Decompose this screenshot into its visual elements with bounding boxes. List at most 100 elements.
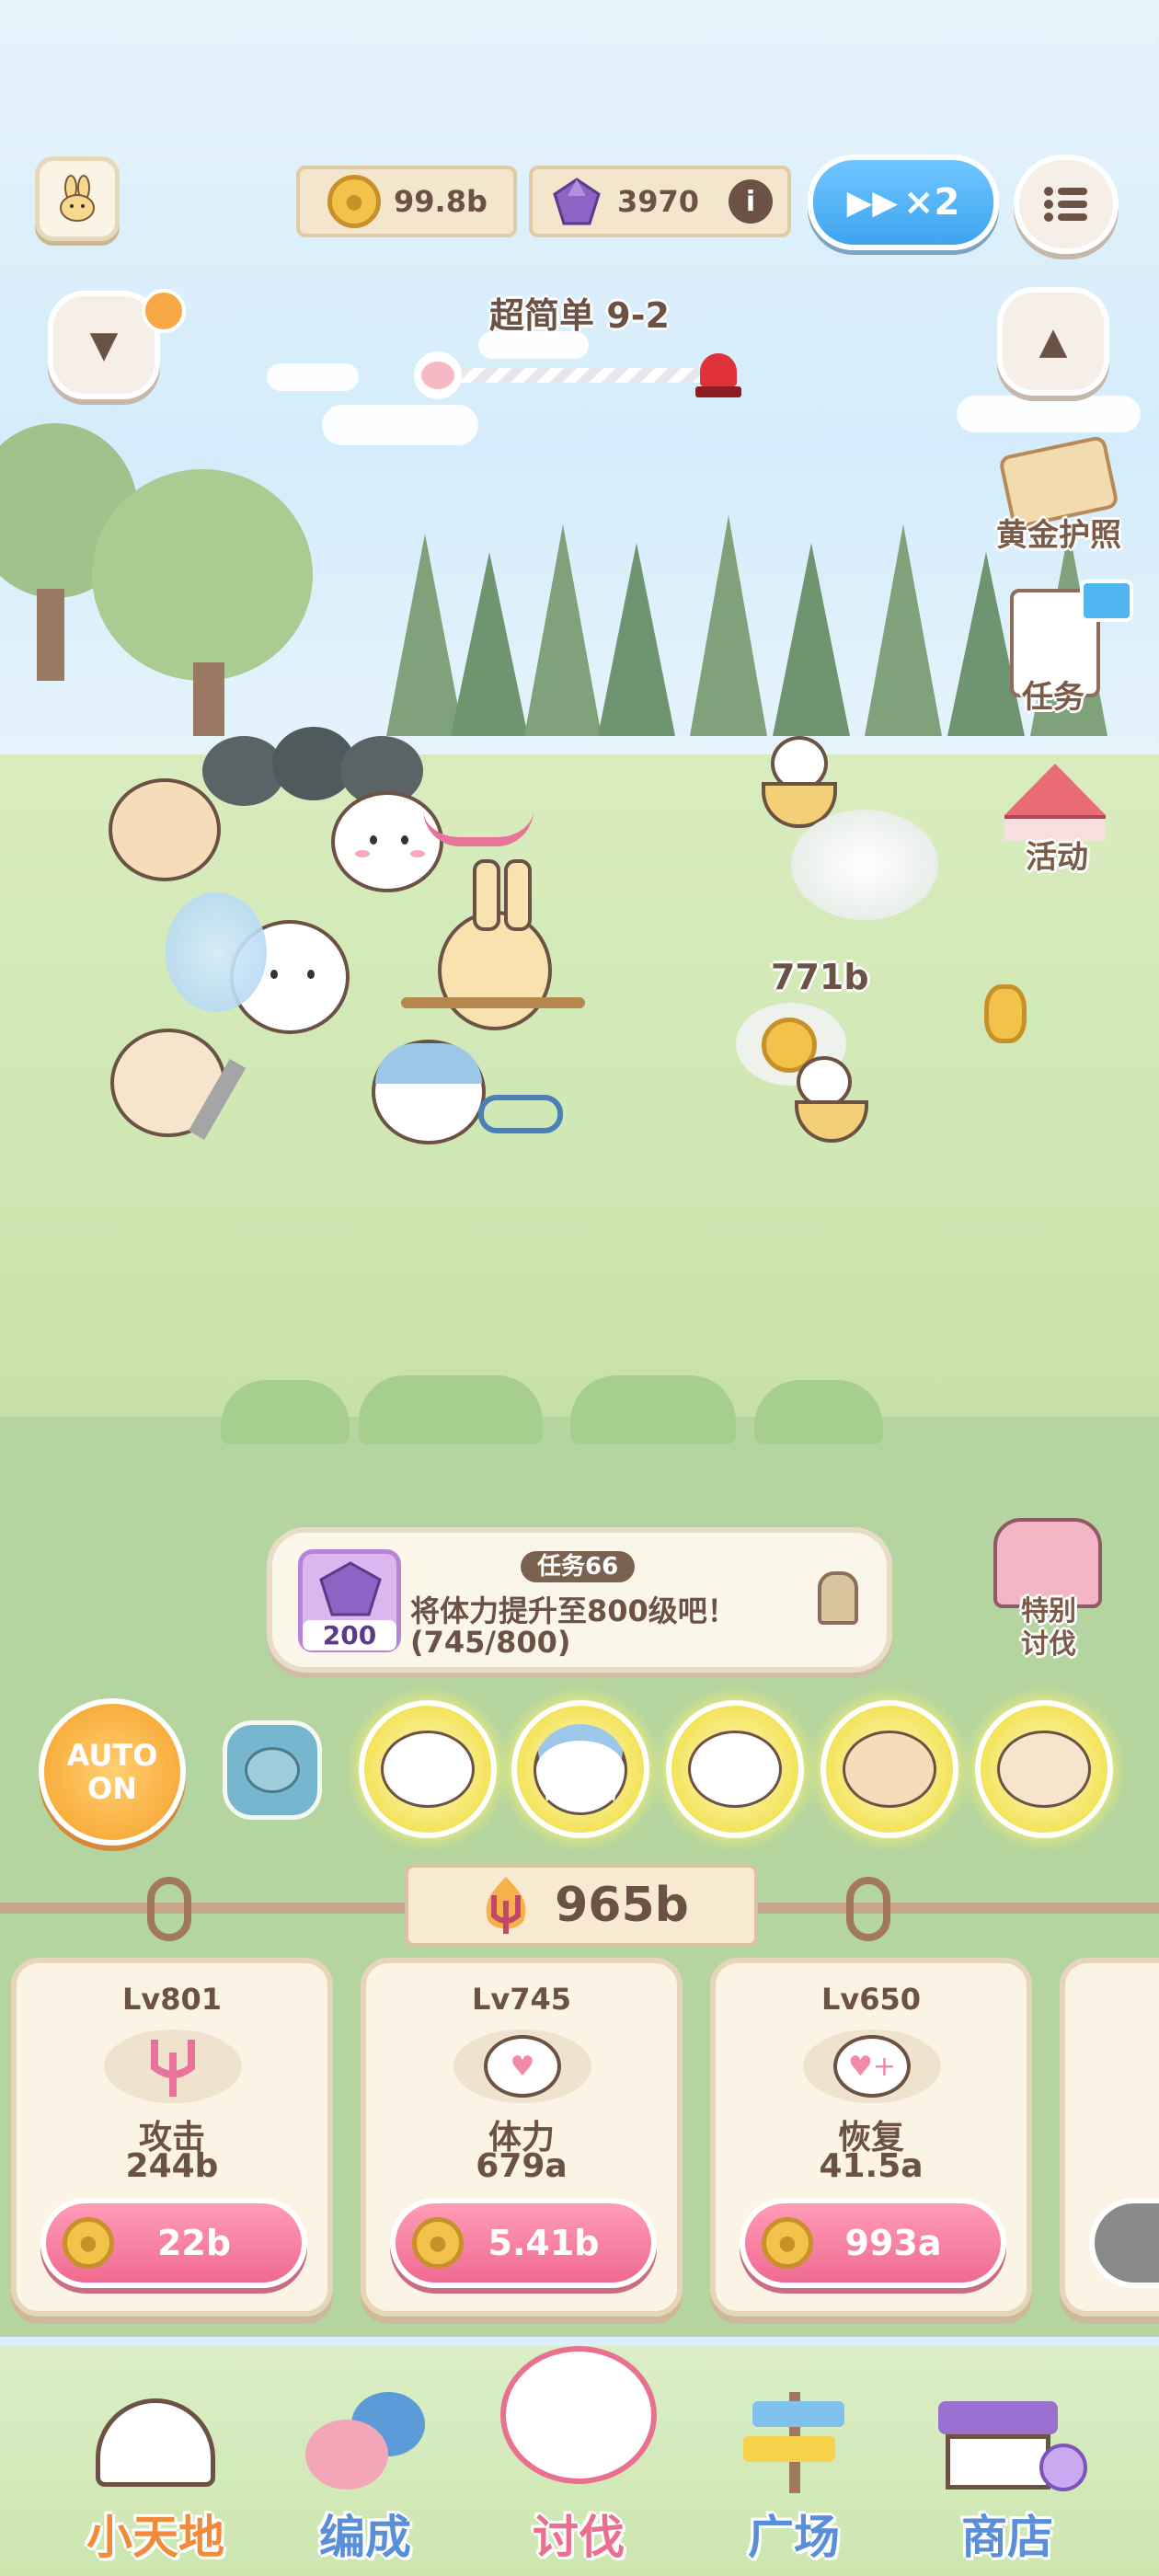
nav-team[interactable]: 编成	[259, 2355, 471, 2567]
total-power-value: 965b	[555, 1878, 689, 1933]
gem-counter: 3970 i	[529, 166, 791, 237]
dust-cloud	[791, 810, 938, 920]
quest-panel[interactable]: 200 任务66 将体力提升至800级吧！ (745/800)	[267, 1527, 892, 1673]
gold-passport-label: 黄金护照	[996, 517, 1121, 554]
triangle-down-icon: ▼	[89, 324, 119, 366]
skill-kurimanju[interactable]	[820, 1700, 958, 1838]
character-hachiware	[372, 1040, 486, 1144]
stamina-cost: 5.41b	[488, 2223, 600, 2263]
upgrade-card-partial	[1060, 1958, 1159, 2317]
auto-battle-toggle[interactable]: AUTO ON	[39, 1698, 186, 1846]
recovery-cost: 993a	[844, 2223, 942, 2263]
skill-momonga[interactable]	[666, 1700, 804, 1838]
events-label: 活动	[1026, 839, 1088, 876]
egg-enemy-bottom	[736, 1003, 874, 1150]
locked-skill-slot[interactable]	[223, 1720, 322, 1820]
triangle-up-icon: ▲	[1039, 320, 1068, 362]
attack-level: Lv801	[121, 1982, 223, 2017]
upgrade-card-attack: Lv801 攻击 244b ● 22b	[11, 1958, 333, 2317]
fast-forward-icon: ▶▶	[846, 183, 898, 222]
quest-progress: (745/800)	[410, 1625, 571, 1660]
cloud	[267, 363, 359, 391]
locked-upgrade-button[interactable]	[1089, 2198, 1159, 2288]
recovery-upgrade-button[interactable]: ● 993a	[740, 2198, 1006, 2288]
skill-chiikawa[interactable]	[359, 1700, 497, 1838]
nav-home-label: 小天地	[86, 2511, 224, 2564]
nav-plaza[interactable]: 广场	[688, 2355, 900, 2567]
nav-shop-label: 商店	[961, 2511, 1053, 2564]
character-usagi	[438, 859, 552, 1030]
total-power-panel: 965b	[405, 1864, 758, 1947]
quest-tag: 任务66	[521, 1551, 636, 1582]
missions-label: 任务	[1022, 679, 1084, 716]
quest-reward-amount: 200	[303, 1620, 396, 1650]
skill-rakko[interactable]	[975, 1700, 1113, 1838]
list-icon	[1044, 187, 1087, 222]
events-button[interactable]: 活动	[988, 745, 1126, 883]
quest-tag-wrap: 任务66	[521, 1547, 636, 1582]
attack-cost: 22b	[156, 2223, 232, 2263]
collapse-down-button[interactable]: ▼	[48, 289, 186, 399]
coin-icon: ●	[412, 2217, 464, 2269]
special-hunt-label: 特别 讨伐	[1021, 1595, 1076, 1661]
coin-icon: ●	[327, 175, 381, 228]
circus-tent-icon	[1004, 764, 1106, 841]
coin-drop-icon[interactable]	[984, 984, 1027, 1043]
flame-trident-icon	[486, 1877, 526, 1934]
bush	[570, 1375, 736, 1444]
attack-trident-icon	[104, 2030, 242, 2103]
purple-gem-icon	[319, 1561, 382, 1616]
cloud	[957, 396, 1141, 432]
rope-peg	[147, 1877, 191, 1941]
nav-shop[interactable]: 商店	[901, 2355, 1113, 2567]
signpost-icon	[725, 2392, 863, 2493]
recovery-value: 41.5a	[819, 2147, 924, 2185]
shop-icon	[938, 2392, 1087, 2493]
stamina-value: 679a	[476, 2147, 568, 2185]
attack-upgrade-button[interactable]: ● 22b	[40, 2198, 307, 2288]
stage-progress	[414, 350, 741, 401]
progress-track	[447, 368, 723, 383]
house-icon	[86, 2392, 224, 2493]
auto-state: ON	[87, 1771, 137, 1806]
attack-value: 244b	[125, 2147, 219, 2185]
coin-icon: ●	[63, 2217, 114, 2269]
blue-claw-weapon	[478, 1095, 563, 1133]
skill-hachiware[interactable]	[511, 1700, 649, 1838]
upgrade-card-recovery: Lv650 ♥+ 恢复 41.5a ● 993a	[710, 1958, 1032, 2317]
profile-button[interactable]	[35, 156, 120, 241]
team-icon	[296, 2392, 434, 2493]
nav-hunt-active[interactable]: 讨伐	[473, 2300, 684, 2567]
quest-reward-box: 200	[298, 1549, 401, 1652]
info-icon[interactable]: i	[729, 179, 773, 224]
expand-up-button[interactable]: ▲	[997, 287, 1109, 396]
recovery-level: Lv650	[820, 1982, 922, 2017]
video-badge-icon	[1080, 580, 1133, 622]
character-kurimanju	[109, 778, 221, 881]
gem-amount: 3970	[617, 184, 700, 219]
rope-peg	[846, 1877, 890, 1941]
speed-toggle-button[interactable]: ▶▶ ×2	[808, 155, 999, 250]
notification-dot	[142, 289, 186, 333]
nav-home[interactable]: 小天地	[50, 2355, 261, 2567]
purple-gem-icon	[553, 178, 601, 225]
special-hunt-button[interactable]: 特别 讨伐	[975, 1518, 1122, 1674]
hunt-icon	[487, 2337, 671, 2493]
menu-button[interactable]	[1014, 155, 1119, 254]
bell-icon	[815, 1564, 861, 1638]
coin-counter: ● 99.8b	[296, 166, 517, 237]
boss-alarm-icon	[695, 350, 741, 401]
gold-passport-button[interactable]: 黄金护照	[981, 434, 1137, 556]
damage-number: 771b	[771, 957, 869, 997]
round-trees	[0, 423, 359, 754]
heart-face-icon: ♥	[453, 2030, 591, 2103]
wooden-staff	[401, 997, 585, 1008]
upgrade-card-stamina: Lv745 ♥ 体力 679a ● 5.41b	[361, 1958, 683, 2317]
bush	[359, 1375, 543, 1444]
blue-fan	[166, 892, 267, 1012]
missions-button[interactable]: 任务	[993, 580, 1133, 718]
coin-amount: 99.8b	[394, 184, 488, 219]
stamina-upgrade-button[interactable]: ● 5.41b	[390, 2198, 657, 2288]
nav-hunt-label: 讨伐	[533, 2511, 625, 2564]
heart-plus-icon: ♥+	[803, 2030, 941, 2103]
